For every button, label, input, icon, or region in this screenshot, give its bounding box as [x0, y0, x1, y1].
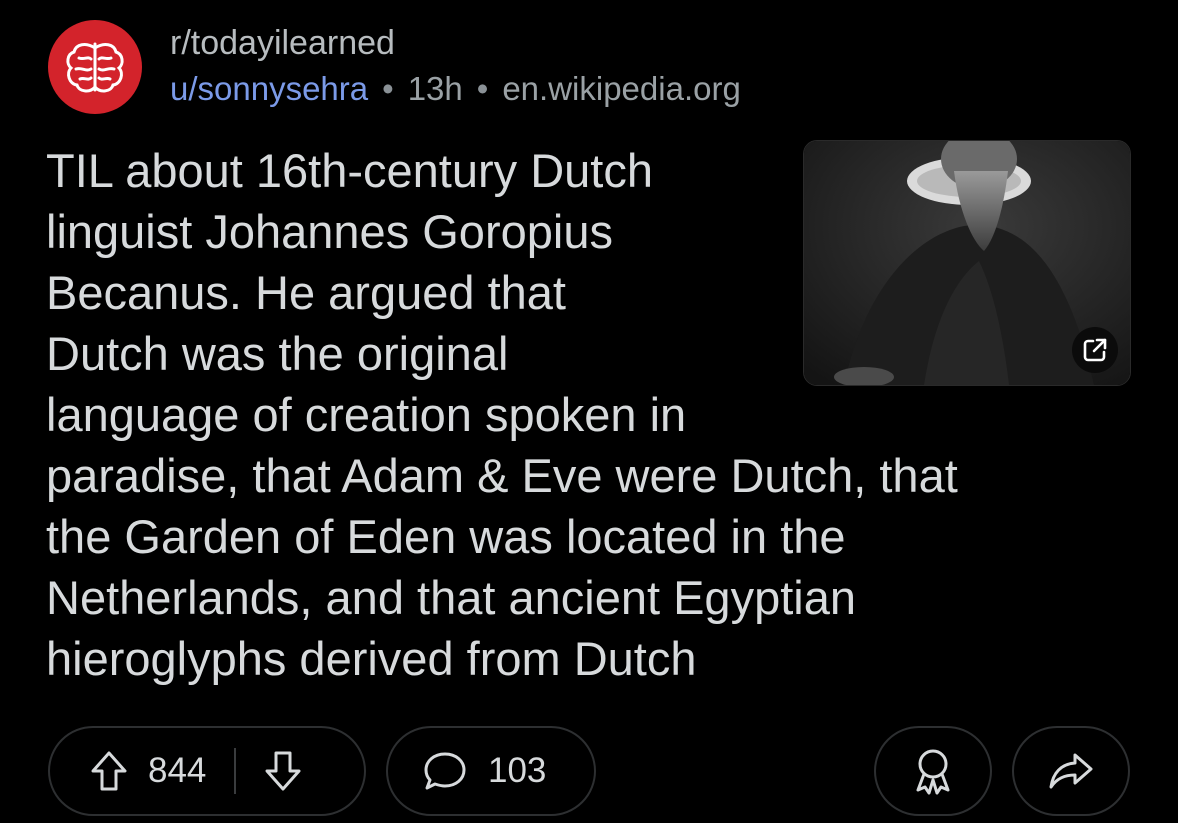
speech-bubble-icon [424, 752, 466, 790]
link-thumbnail[interactable] [803, 140, 1131, 386]
award-button[interactable] [874, 726, 992, 816]
vote-divider [234, 748, 237, 794]
title-line: language of creation spoken in [46, 388, 687, 441]
author-link[interactable]: u/sonnysehra [170, 70, 368, 107]
share-arrow-icon [1049, 753, 1093, 789]
title-line: Netherlands, and that ancient Egyptian [46, 571, 856, 624]
post-age: 13h [407, 70, 463, 107]
downvote-button[interactable] [262, 749, 304, 793]
meta-separator: • [382, 70, 394, 107]
arrow-down-icon [265, 751, 301, 791]
vote-count: 844 [148, 751, 207, 790]
subreddit-avatar[interactable] [48, 20, 142, 114]
brain-icon [66, 42, 124, 93]
comment-icon-wrap [422, 749, 468, 793]
vote-bar: 844 [48, 726, 366, 816]
comment-count: 103 [488, 751, 547, 790]
post-meta: u/sonnysehra • 13h • en.wikipedia.org [170, 70, 741, 108]
award-icon [916, 749, 950, 795]
title-line: the Garden of Eden was located in the [46, 510, 846, 563]
post-domain[interactable]: en.wikipedia.org [502, 70, 740, 107]
title-line: paradise, that Adam & Eve were Dutch, th… [46, 449, 958, 502]
external-link-icon [1083, 338, 1107, 362]
title-line: hieroglyphs derived from Dutch [46, 632, 697, 685]
arrow-up-icon [91, 751, 127, 791]
meta-separator: • [476, 70, 489, 107]
open-link-button[interactable] [1072, 327, 1118, 373]
upvote-button[interactable] [88, 749, 130, 793]
share-button[interactable] [1012, 726, 1130, 816]
comments-button[interactable]: 103 [386, 726, 596, 816]
subreddit-name[interactable]: r/todayilearned [170, 24, 395, 63]
